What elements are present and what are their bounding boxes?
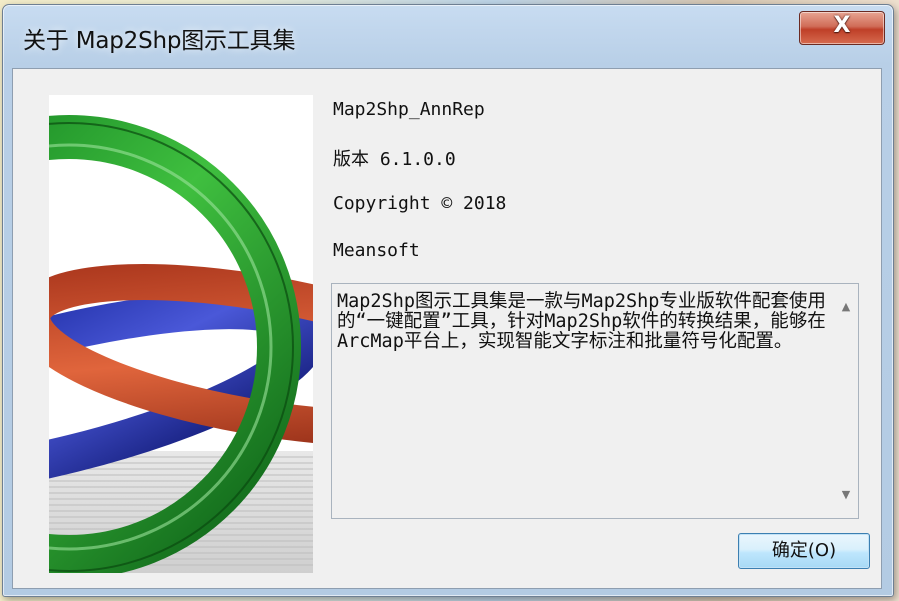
company-label: Meansoft (333, 240, 420, 261)
description-textbox[interactable]: Map2Shp图示工具集是一款与Map2Shp专业版软件配套使用的“一键配置”工… (331, 283, 859, 519)
window-title: 关于 Map2Shp图示工具集 (23, 28, 296, 54)
product-logo (49, 95, 313, 573)
about-dialog: 关于 Map2Shp图示工具集 X Map2Shp_AnnRep 版本 6.1.… (2, 4, 894, 597)
scroll-up-arrow-icon[interactable]: ▲ (834, 296, 858, 318)
version-label: 版本 6.1.0.0 (333, 149, 456, 170)
close-button[interactable]: X (799, 11, 885, 45)
title-bar[interactable]: 关于 Map2Shp图示工具集 X (3, 5, 893, 67)
ok-button[interactable]: 确定(O) (738, 533, 870, 569)
product-name: Map2Shp_AnnRep (333, 99, 485, 120)
rings-logo-image (49, 115, 313, 573)
close-icon: X (833, 13, 851, 38)
vertical-scrollbar[interactable]: ▲ ▼ (834, 284, 858, 518)
dialog-content: Map2Shp_AnnRep 版本 6.1.0.0 Copyright © 20… (12, 68, 882, 589)
scroll-down-arrow-icon[interactable]: ▼ (834, 484, 858, 506)
copyright-label: Copyright © 2018 (333, 193, 507, 214)
description-text: Map2Shp图示工具集是一款与Map2Shp专业版软件配套使用的“一键配置”工… (337, 291, 826, 352)
